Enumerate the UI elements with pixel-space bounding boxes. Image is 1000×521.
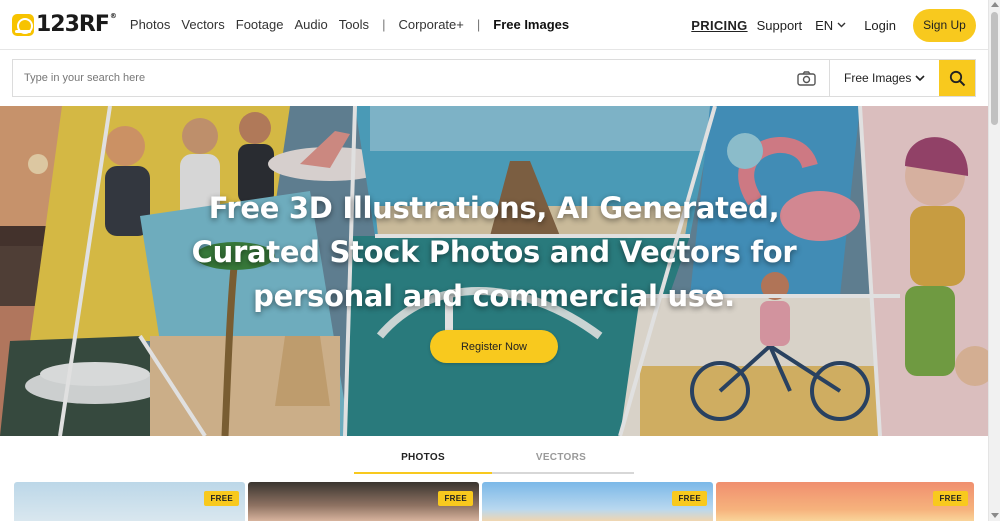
language-selector[interactable]: EN <box>815 18 846 33</box>
logo[interactable]: 123RF® <box>12 0 117 50</box>
free-badge: FREE <box>204 491 239 506</box>
signup-button[interactable]: Sign Up <box>913 8 976 42</box>
content-tabs: PHOTOS VECTORS <box>354 446 634 474</box>
image-card[interactable]: FREE <box>14 482 245 521</box>
camera-icon <box>796 70 816 86</box>
logo-icon <box>12 13 34 36</box>
chevron-down-icon <box>915 74 925 81</box>
logo-text: 123RF® <box>36 12 117 37</box>
image-search-button[interactable] <box>783 60 829 96</box>
hero-banner: Free 3D Illustrations, AI Generated, Cur… <box>0 106 988 436</box>
free-badge: FREE <box>933 491 968 506</box>
nav-separator: | <box>476 17 481 32</box>
scroll-up-arrow[interactable] <box>991 2 999 7</box>
search-icon <box>949 70 965 86</box>
support-link[interactable]: Support <box>757 18 803 33</box>
chevron-down-icon <box>837 22 846 28</box>
search-type-label: Free Images <box>844 71 912 85</box>
login-link[interactable]: Login <box>864 18 896 33</box>
hero-headline-line: Free 3D Illustrations, AI Generated, <box>208 191 780 225</box>
nav-photos[interactable]: Photos <box>130 17 170 32</box>
top-header: 123RF® Photos Vectors Footage Audio Tool… <box>0 0 988 50</box>
main-nav: Photos Vectors Footage Audio Tools | Cor… <box>130 17 580 32</box>
hero-headline: Free 3D Illustrations, AI Generated, Cur… <box>0 186 988 318</box>
register-now-button[interactable]: Register Now <box>430 330 558 363</box>
image-card[interactable]: FREE <box>482 482 713 521</box>
search-input[interactable] <box>13 60 783 96</box>
nav-corporate[interactable]: Corporate+ <box>398 17 463 32</box>
nav-tools[interactable]: Tools <box>339 17 369 32</box>
scroll-down-arrow[interactable] <box>991 513 999 518</box>
nav-audio[interactable]: Audio <box>294 17 327 32</box>
hero-headline-line: personal and commercial use. <box>253 279 735 313</box>
nav-vectors[interactable]: Vectors <box>181 17 224 32</box>
nav-free-images[interactable]: Free Images <box>493 17 569 32</box>
tab-photos[interactable]: PHOTOS <box>354 446 492 474</box>
scroll-thumb[interactable] <box>991 12 998 125</box>
image-grid: FREE FREE FREE FREE <box>14 482 974 521</box>
image-card[interactable]: FREE <box>716 482 974 521</box>
free-badge: FREE <box>438 491 473 506</box>
search-type-dropdown[interactable]: Free Images <box>829 60 939 96</box>
nav-separator: | <box>382 17 386 32</box>
image-card[interactable]: FREE <box>248 482 479 521</box>
language-label: EN <box>815 17 834 33</box>
free-badge: FREE <box>672 491 707 506</box>
account-nav: PRICING Support EN Login Sign Up <box>691 0 976 50</box>
pricing-link[interactable]: PRICING <box>691 18 747 33</box>
search-button[interactable] <box>939 60 975 96</box>
search-bar: Free Images <box>12 59 976 97</box>
hero-headline-line: Curated Stock Photos and Vectors for <box>191 235 797 269</box>
nav-footage[interactable]: Footage <box>236 17 284 32</box>
page-scrollbar[interactable] <box>988 0 1000 521</box>
tab-vectors[interactable]: VECTORS <box>492 446 630 472</box>
